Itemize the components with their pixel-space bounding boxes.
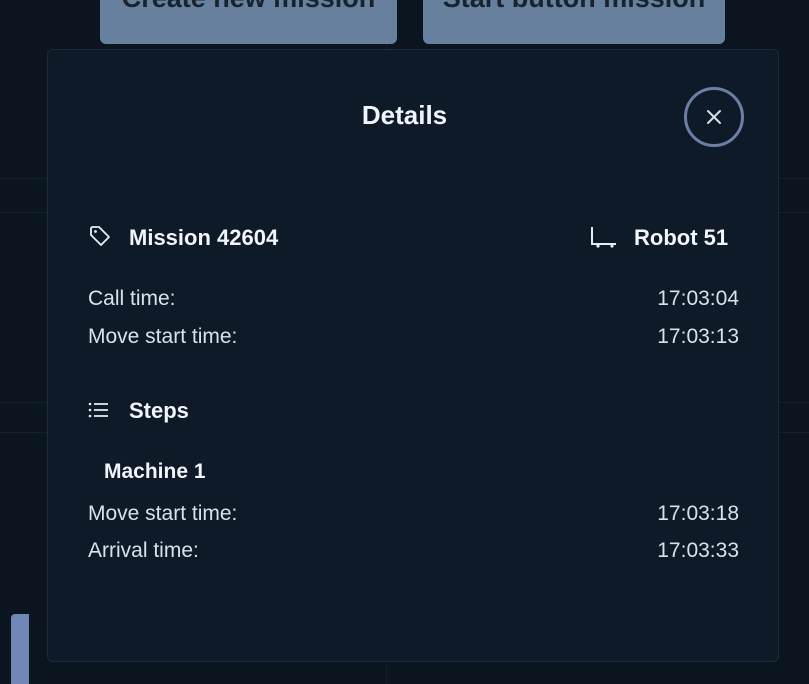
step-move-start-label: Move start time: [88, 502, 238, 525]
move-start-time-value: 17:03:13 [657, 325, 739, 348]
call-time-label: Call time: [88, 287, 176, 310]
step-name: Machine 1 [104, 460, 206, 483]
close-button[interactable] [684, 87, 744, 147]
steps-heading: Steps [129, 398, 189, 423]
mission-label: Mission 42604 [129, 225, 279, 250]
call-time-value: 17:03:04 [657, 287, 739, 310]
call-time-row: Call time: 17:03:04 [88, 287, 739, 317]
step-move-start-row: Move start time: 17:03:18 [88, 502, 739, 532]
robot-cart-icon [591, 227, 616, 248]
start-button-mission-button[interactable]: Start button mission [423, 0, 725, 44]
details-modal [47, 49, 779, 662]
move-start-time-row: Move start time: 17:03:13 [88, 325, 739, 355]
step-arrival-label: Arrival time: [88, 539, 199, 562]
step-arrival-row: Arrival time: 17:03:33 [88, 539, 739, 569]
side-tab[interactable] [11, 614, 29, 684]
tag-icon [90, 226, 110, 246]
robot-label: Robot 51 [634, 225, 729, 250]
step-move-start-value: 17:03:18 [657, 502, 739, 525]
move-start-time-label: Move start time: [88, 325, 238, 348]
close-icon [707, 110, 721, 124]
list-icon [88, 402, 108, 418]
step-arrival-value: 17:03:33 [657, 539, 739, 562]
create-new-mission-button[interactable]: Create new mission [100, 0, 397, 44]
